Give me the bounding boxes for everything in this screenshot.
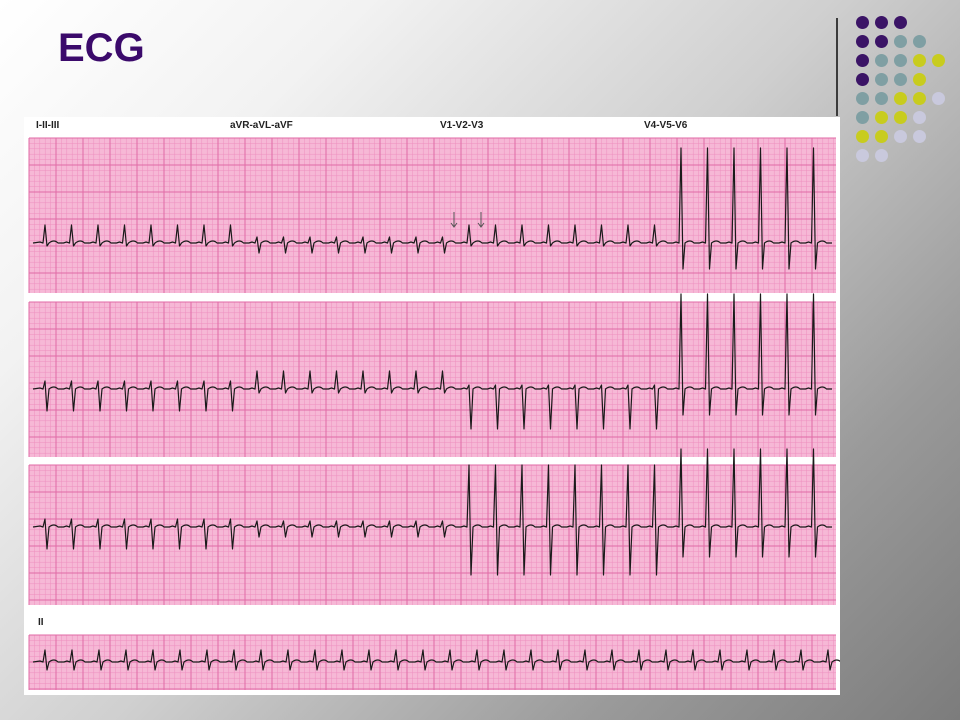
decor-dot bbox=[894, 92, 907, 105]
ecg-strips bbox=[28, 137, 840, 690]
decor-dot bbox=[875, 130, 888, 143]
decor-dot bbox=[894, 35, 907, 48]
decor-dot bbox=[894, 54, 907, 67]
decor-dot bbox=[856, 92, 869, 105]
decor-dot bbox=[875, 149, 888, 162]
decor-dot bbox=[875, 111, 888, 124]
decor-dot bbox=[856, 73, 869, 86]
title-divider bbox=[836, 18, 838, 116]
decor-dot bbox=[875, 92, 888, 105]
decor-dot bbox=[894, 130, 907, 143]
decor-dot bbox=[856, 54, 869, 67]
decor-dot bbox=[913, 73, 926, 86]
decor-dot bbox=[894, 73, 907, 86]
decor-dot bbox=[913, 92, 926, 105]
decor-dot bbox=[894, 16, 907, 29]
decor-dot bbox=[913, 130, 926, 143]
ecg-tracing: I-II-III aVR-aVL-aVF V1-V2-V3 V4-V5-V6 I… bbox=[24, 117, 840, 695]
decor-dot bbox=[913, 54, 926, 67]
decor-dot bbox=[856, 149, 869, 162]
decor-dot bbox=[856, 130, 869, 143]
decor-dot bbox=[856, 111, 869, 124]
decor-dot bbox=[913, 111, 926, 124]
decor-dot bbox=[875, 16, 888, 29]
decor-dot bbox=[932, 54, 945, 67]
ecg-strip bbox=[28, 634, 840, 690]
decor-dot bbox=[856, 16, 869, 29]
slide-title: ECG bbox=[58, 26, 145, 70]
decor-dot bbox=[913, 35, 926, 48]
decor-dot bbox=[875, 54, 888, 67]
decor-dot bbox=[894, 111, 907, 124]
decor-dot bbox=[875, 73, 888, 86]
ecg-strip bbox=[28, 137, 836, 293]
decor-dot bbox=[875, 35, 888, 48]
decor-dot bbox=[932, 92, 945, 105]
ecg-strip bbox=[28, 448, 836, 605]
ecg-strip bbox=[28, 293, 836, 457]
decor-dot bbox=[856, 35, 869, 48]
